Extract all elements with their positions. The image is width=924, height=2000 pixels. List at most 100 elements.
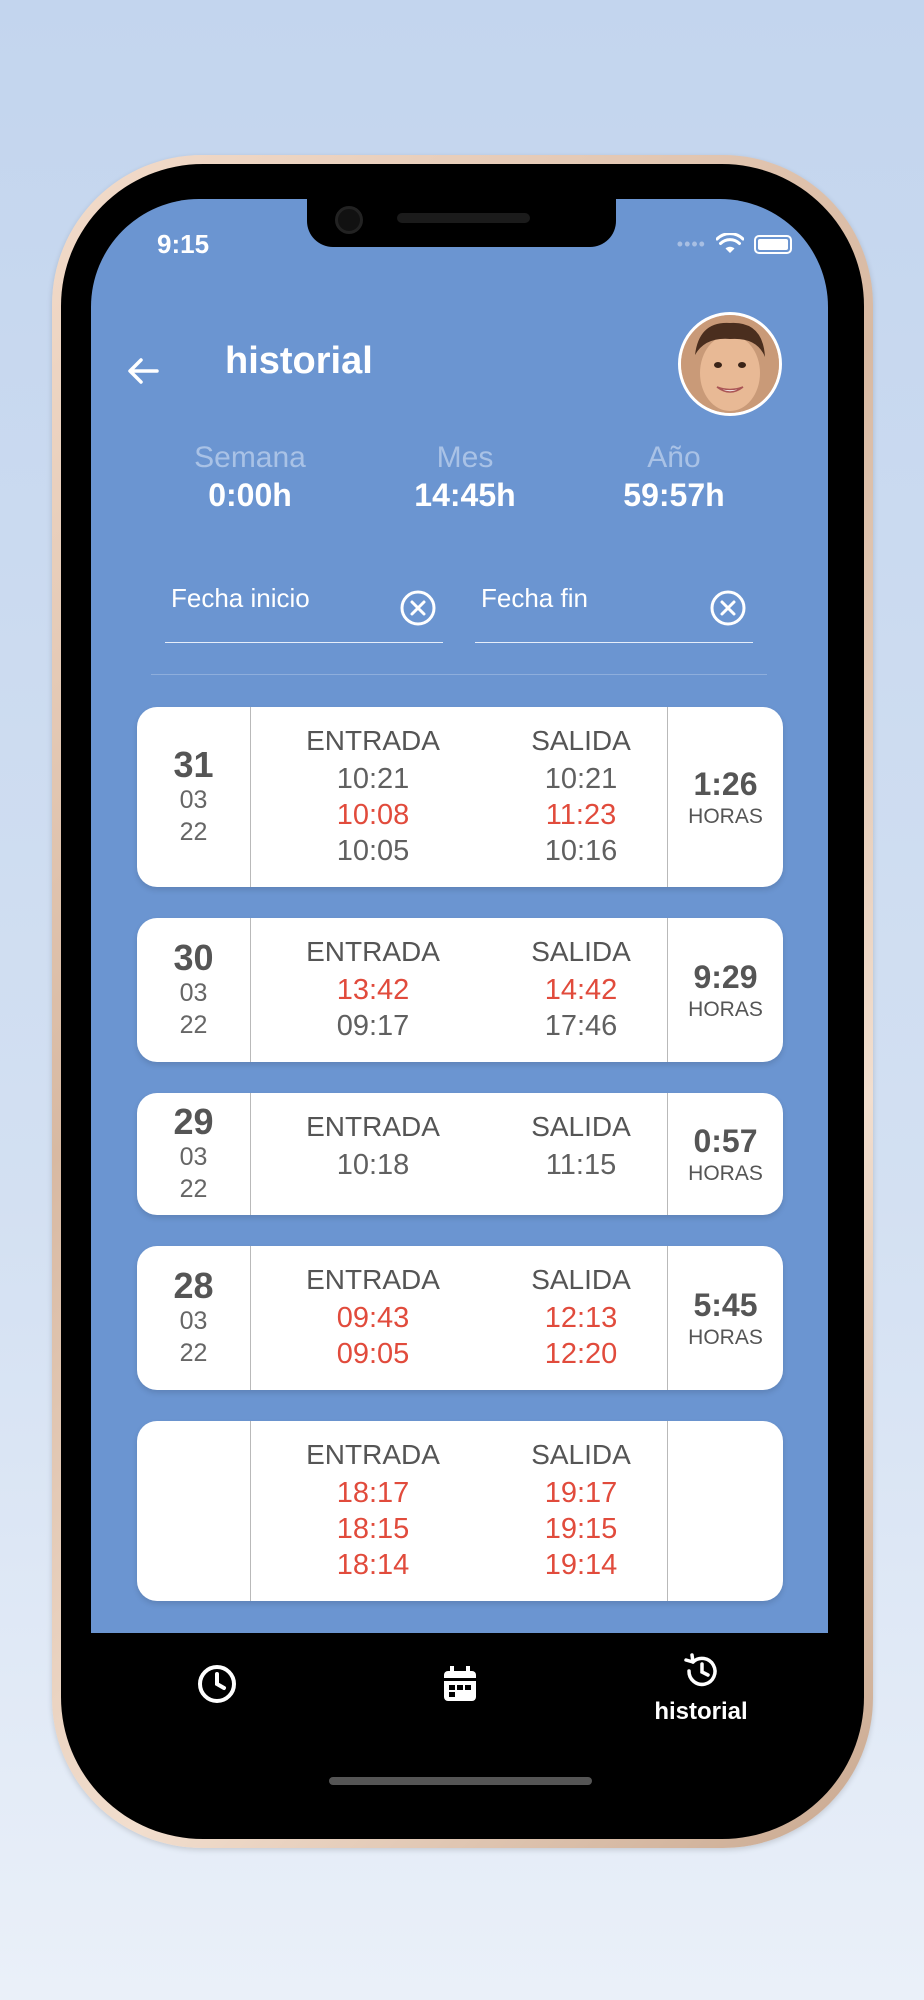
- stat-week: Semana 0:00h: [160, 441, 340, 514]
- start-date-field[interactable]: Fecha inicio: [165, 567, 443, 643]
- exit-column: SALIDA 12:13 12:20: [481, 1260, 681, 1372]
- total-unit: HORAS: [688, 1161, 763, 1185]
- record-month: 03: [179, 1143, 208, 1171]
- back-arrow-icon[interactable]: [123, 351, 163, 391]
- entry-header: ENTRADA: [306, 1439, 440, 1470]
- exit-time: 10:21: [544, 763, 618, 795]
- entry-column: ENTRADA 10:18: [273, 1107, 473, 1183]
- record-total: 0:57 HORAS: [667, 1093, 783, 1215]
- app-background: 9:15 •••• historial Semana 0:00h Mes 14:…: [91, 199, 828, 1633]
- record-date: 31 03 22: [137, 707, 251, 887]
- entry-header: ENTRADA: [306, 725, 440, 756]
- total-hours: 5:45: [693, 1286, 758, 1323]
- stat-month: Mes 14:45h: [375, 441, 555, 514]
- clear-end-date-icon[interactable]: [709, 589, 747, 627]
- total-hours: 1:26: [693, 765, 758, 802]
- wifi-icon: [716, 233, 744, 253]
- camera-icon: [335, 206, 363, 234]
- signal-icon: ••••: [676, 233, 706, 254]
- record-day: 30: [173, 937, 214, 978]
- exit-header: SALIDA: [531, 1111, 631, 1142]
- entry-time: 10:21: [336, 763, 410, 795]
- nav-item-calendar[interactable]: [430, 1663, 490, 1712]
- record-month: 03: [179, 979, 208, 1007]
- record-year: 22: [179, 818, 208, 846]
- entry-column: ENTRADA 18:17 18:15 18:14: [273, 1435, 473, 1583]
- exit-column: SALIDA 19:17 19:15 19:14: [481, 1435, 681, 1583]
- speaker-grille: [397, 213, 530, 223]
- record-card[interactable]: 28 03 22 ENTRADA 09:43 09:05 SALIDA 12:13 12:20 5…: [137, 1246, 783, 1390]
- clear-start-date-icon[interactable]: [399, 589, 437, 627]
- notch: [307, 199, 616, 247]
- record-date: 30 03 22: [137, 918, 251, 1062]
- entry-time: 09:05: [336, 1338, 410, 1370]
- exit-time: 10:16: [544, 835, 618, 867]
- record-year: 22: [179, 1011, 208, 1039]
- exit-time: 11:23: [545, 799, 617, 831]
- record-date: [137, 1421, 251, 1601]
- end-date-label: Fecha fin: [481, 583, 588, 613]
- exit-column: SALIDA 10:21 11:23 10:16: [481, 721, 681, 869]
- exit-time: 19:15: [544, 1513, 618, 1545]
- entry-time: 10:05: [336, 835, 410, 867]
- record-card[interactable]: 31 03 22 ENTRADA 10:21 10:08 10:05 SALIDA 10:21 1…: [137, 707, 783, 887]
- record-total: 1:26 HORAS: [667, 707, 783, 887]
- record-month: 03: [179, 786, 208, 814]
- end-date-field[interactable]: Fecha fin: [475, 567, 753, 643]
- history-icon: [684, 1653, 717, 1687]
- entry-time: 10:08: [336, 799, 410, 831]
- stat-year: Año 59:57h: [584, 441, 764, 514]
- summary-stats: Semana 0:00h Mes 14:45h Año 59:57h: [91, 441, 828, 521]
- total-unit: HORAS: [688, 997, 763, 1021]
- stat-value: 14:45h: [414, 477, 516, 513]
- stat-value: 0:00h: [208, 477, 292, 513]
- total-hours: 9:29: [693, 958, 758, 995]
- record-date: 28 03 22: [137, 1246, 251, 1390]
- start-date-label: Fecha inicio: [171, 583, 310, 613]
- stat-label: Semana: [194, 441, 306, 474]
- exit-column: SALIDA 14:42 17:46: [481, 932, 681, 1044]
- status-indicators: ••••: [677, 233, 792, 255]
- exit-time: 14:42: [544, 974, 618, 1006]
- exit-time: 12:20: [544, 1338, 618, 1370]
- nav-item-historial[interactable]: historial: [631, 1651, 771, 1726]
- entry-time: 09:43: [336, 1302, 410, 1334]
- record-card[interactable]: 30 03 22 ENTRADA 13:42 09:17 SALIDA 14:42 17:46 9…: [137, 918, 783, 1062]
- entry-time: 18:14: [336, 1549, 410, 1581]
- record-card[interactable]: ENTRADA 18:17 18:15 18:14 SALIDA 19:17 19:15 19…: [137, 1421, 783, 1601]
- avatar-face-icon: [681, 315, 779, 413]
- entry-column: ENTRADA 13:42 09:17: [273, 932, 473, 1044]
- entry-time: 10:18: [336, 1149, 410, 1181]
- exit-time: 19:17: [544, 1477, 618, 1509]
- avatar[interactable]: [678, 312, 782, 416]
- entry-header: ENTRADA: [306, 1264, 440, 1295]
- record-day: 31: [173, 744, 214, 785]
- entry-column: ENTRADA 09:43 09:05: [273, 1260, 473, 1372]
- record-month: 03: [179, 1307, 208, 1335]
- calendar-icon: [444, 1666, 476, 1701]
- exit-column: SALIDA 11:15: [481, 1107, 681, 1183]
- nav-item-clock[interactable]: [187, 1663, 247, 1712]
- entry-header: ENTRADA: [306, 936, 440, 967]
- bottom-nav: historial: [91, 1633, 828, 1803]
- status-time: 9:15: [157, 229, 210, 259]
- entry-header: ENTRADA: [306, 1111, 440, 1142]
- entry-column: ENTRADA 10:21 10:08 10:05: [273, 721, 473, 869]
- record-total: 5:45 HORAS: [667, 1246, 783, 1390]
- clock-icon: [198, 1665, 236, 1703]
- exit-header: SALIDA: [531, 1439, 631, 1470]
- total-hours: 0:57: [693, 1122, 758, 1159]
- total-unit: HORAS: [688, 804, 763, 828]
- record-total: 9:29 HORAS: [667, 918, 783, 1062]
- record-day: 29: [173, 1101, 214, 1142]
- page-title: historial: [225, 340, 373, 382]
- record-card[interactable]: 29 03 22 ENTRADA 10:18 SALIDA 11:15 0:57 HORAS: [137, 1093, 783, 1215]
- stat-label: Año: [647, 441, 701, 474]
- record-date: 29 03 22: [137, 1093, 251, 1215]
- stat-value: 59:57h: [623, 477, 725, 513]
- record-year: 22: [179, 1339, 208, 1367]
- stat-label: Mes: [436, 441, 494, 474]
- battery-icon: [754, 234, 792, 254]
- entry-time: 09:17: [336, 1010, 410, 1042]
- screen: 9:15 •••• historial Semana 0:00h Mes 14:…: [91, 199, 828, 1803]
